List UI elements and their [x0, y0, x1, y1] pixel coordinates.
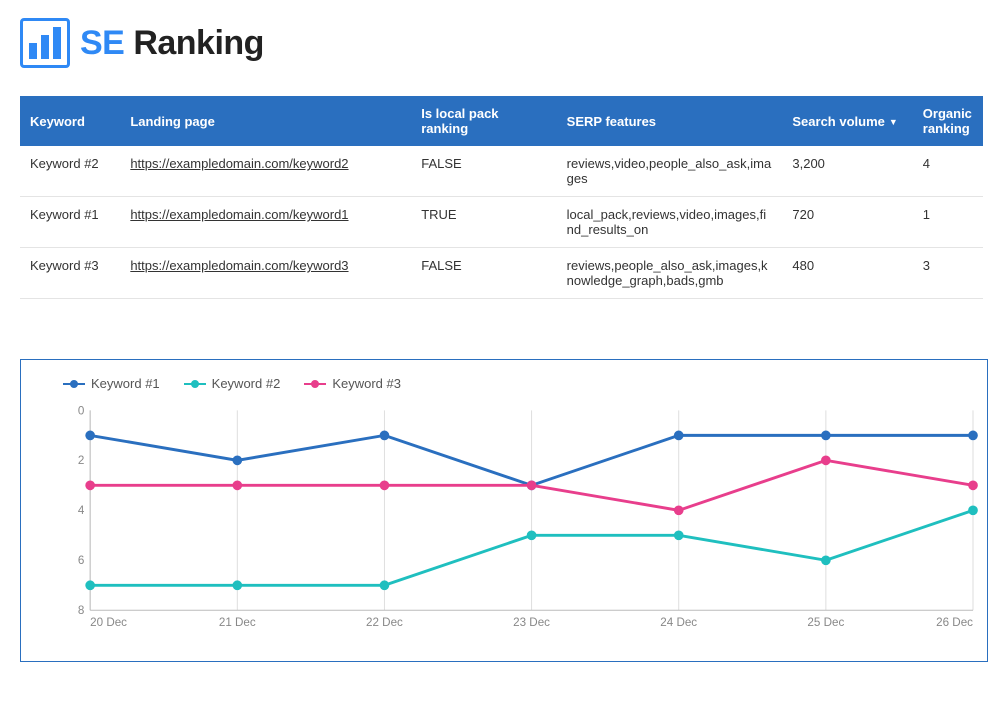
x-tick-label: 21 Dec [219, 616, 256, 629]
col-header-search-volume[interactable]: Search volume▼ [782, 96, 912, 146]
y-tick-label: 8 [78, 604, 84, 617]
y-tick-label: 4 [78, 504, 85, 517]
chart-legend: Keyword #1 Keyword #2 Keyword #3 [63, 376, 979, 391]
col-header-organic-ranking[interactable]: Organic ranking [913, 96, 983, 146]
series-point[interactable] [968, 505, 978, 515]
rankings-chart: Keyword #1 Keyword #2 Keyword #3 0 2 4 6 8 20 D… [20, 359, 988, 662]
legend-color-icon [184, 383, 206, 385]
brand-name: SE Ranking [80, 24, 264, 63]
legend-item[interactable]: Keyword #3 [304, 376, 401, 391]
cell-search-volume: 720 [782, 197, 912, 248]
cell-organic-ranking: 4 [913, 146, 983, 197]
x-tick-label: 20 Dec [90, 616, 127, 629]
series-point[interactable] [380, 580, 390, 590]
series-point[interactable] [674, 505, 684, 515]
table-row: Keyword #3 https://exampledomain.com/key… [20, 248, 983, 299]
series-point[interactable] [821, 555, 831, 565]
cell-landing-page: https://exampledomain.com/keyword2 [120, 146, 411, 197]
series-point[interactable] [527, 530, 537, 540]
x-tick-label: 25 Dec [807, 616, 844, 629]
series-point[interactable] [968, 431, 978, 441]
col-header-keyword[interactable]: Keyword [20, 96, 120, 146]
cell-keyword: Keyword #2 [20, 146, 120, 197]
series-point[interactable] [527, 480, 537, 490]
series-point[interactable] [380, 431, 390, 441]
landing-page-link[interactable]: https://exampledomain.com/keyword2 [130, 156, 348, 171]
legend-label: Keyword #1 [91, 376, 160, 391]
table-row: Keyword #2 https://exampledomain.com/key… [20, 146, 983, 197]
series-point[interactable] [232, 580, 242, 590]
series-point[interactable] [821, 456, 831, 466]
x-tick-label: 23 Dec [513, 616, 550, 629]
cell-organic-ranking: 3 [913, 248, 983, 299]
legend-item[interactable]: Keyword #2 [184, 376, 281, 391]
brand-logo: SE Ranking [20, 18, 983, 68]
y-tick-label: 0 [78, 404, 85, 417]
legend-color-icon [304, 383, 326, 385]
cell-search-volume: 480 [782, 248, 912, 299]
x-tick-label: 26 Dec [936, 616, 973, 629]
series-point[interactable] [232, 456, 242, 466]
landing-page-link[interactable]: https://exampledomain.com/keyword1 [130, 207, 348, 222]
table-row: Keyword #1 https://exampledomain.com/key… [20, 197, 983, 248]
cell-serp: reviews,video,people_also_ask,images [557, 146, 783, 197]
series-point[interactable] [380, 480, 390, 490]
cell-organic-ranking: 1 [913, 197, 983, 248]
series-point[interactable] [85, 431, 95, 441]
x-tick-label: 22 Dec [366, 616, 403, 629]
chart-plot: 0 2 4 6 8 20 Dec 21 Dec 22 Dec 23 Dec 24 Dec 25 De… [63, 401, 973, 641]
landing-page-link[interactable]: https://exampledomain.com/keyword3 [130, 258, 348, 273]
series-point[interactable] [232, 480, 242, 490]
y-tick-label: 2 [78, 454, 84, 467]
col-header-landing-page[interactable]: Landing page [120, 96, 411, 146]
legend-label: Keyword #2 [212, 376, 281, 391]
cell-keyword: Keyword #1 [20, 197, 120, 248]
y-tick-label: 6 [78, 554, 84, 567]
series-point[interactable] [674, 530, 684, 540]
series-point[interactable] [968, 480, 978, 490]
sort-descending-icon: ▼ [889, 117, 898, 127]
rankings-table: Keyword Landing page Is local pack ranki… [20, 96, 983, 299]
cell-is-local: FALSE [411, 146, 556, 197]
series-point[interactable] [85, 580, 95, 590]
bar-chart-icon [20, 18, 70, 68]
series-point[interactable] [674, 431, 684, 441]
brand-ranking: Ranking [124, 24, 264, 62]
cell-serp: local_pack,reviews,video,images,find_res… [557, 197, 783, 248]
col-header-is-local[interactable]: Is local pack ranking [411, 96, 556, 146]
series-point[interactable] [821, 431, 831, 441]
brand-se: SE [80, 24, 124, 62]
legend-item[interactable]: Keyword #1 [63, 376, 160, 391]
cell-landing-page: https://exampledomain.com/keyword1 [120, 197, 411, 248]
cell-keyword: Keyword #3 [20, 248, 120, 299]
cell-landing-page: https://exampledomain.com/keyword3 [120, 248, 411, 299]
cell-serp: reviews,people_also_ask,images,knowledge… [557, 248, 783, 299]
legend-label: Keyword #3 [332, 376, 401, 391]
cell-search-volume: 3,200 [782, 146, 912, 197]
series-point[interactable] [85, 480, 95, 490]
legend-color-icon [63, 383, 85, 385]
cell-is-local: FALSE [411, 248, 556, 299]
col-header-serp[interactable]: SERP features [557, 96, 783, 146]
cell-is-local: TRUE [411, 197, 556, 248]
x-tick-label: 24 Dec [660, 616, 697, 629]
